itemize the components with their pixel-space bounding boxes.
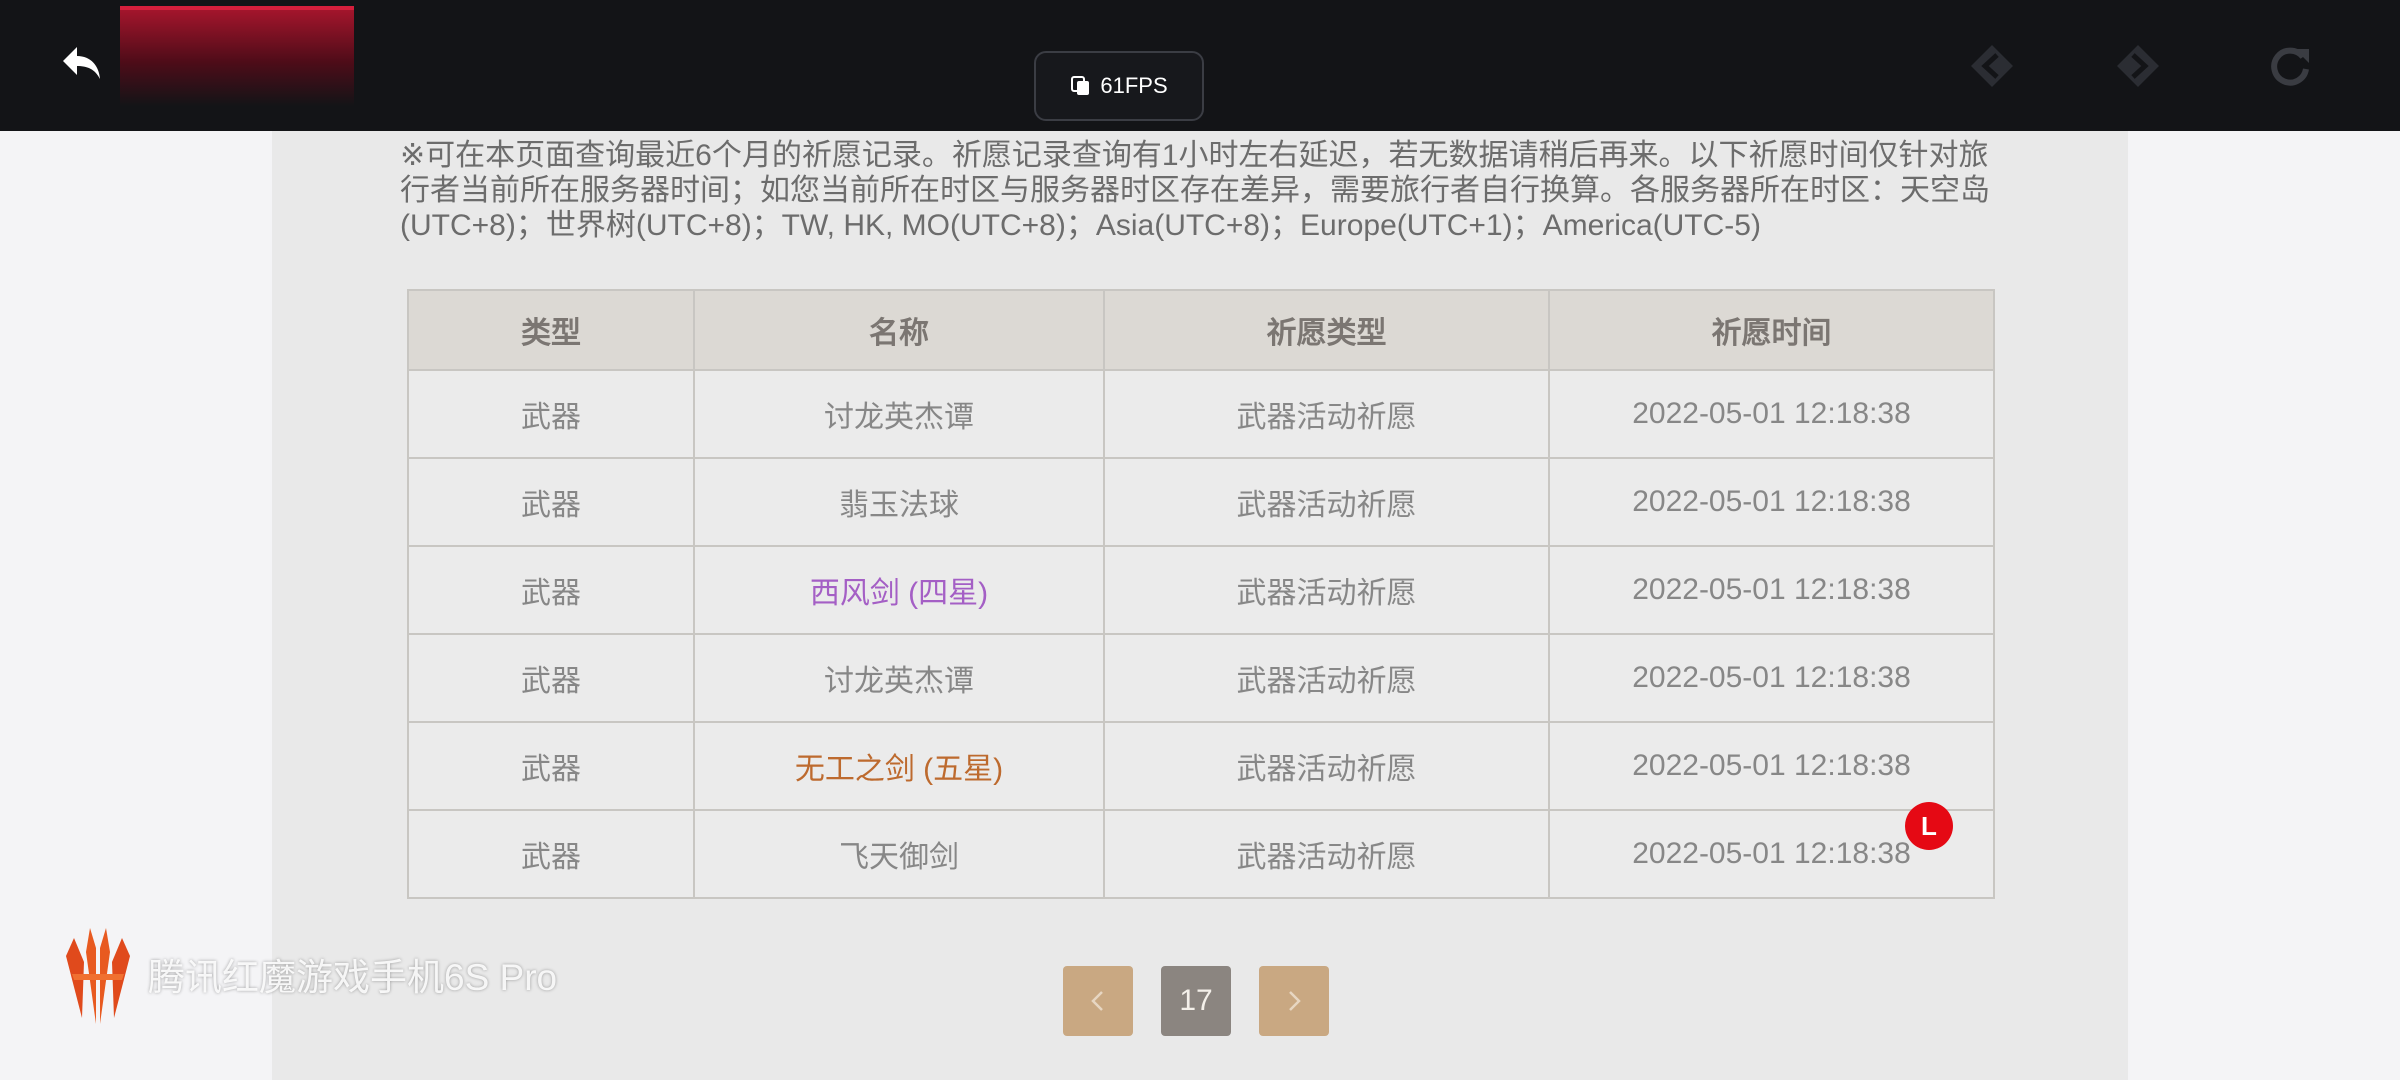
wish-history-table: 类型 名称 祈愿类型 祈愿时间 武器 讨龙英杰谭 武器活动祈愿 2022-05-… [407,289,1995,899]
cell-name-four-star: 西风剑 (四星) [693,545,1105,635]
cell-type: 武器 [407,721,695,811]
cell-wish-type: 武器活动祈愿 [1103,809,1550,899]
cell-wish-time: 2022-05-01 12:18:38 [1548,457,1995,547]
red-magic-logo-icon [66,928,130,1024]
cell-wish-time: 2022-05-01 12:18:38 [1548,369,1995,459]
table-row: 武器 飞天御剑 武器活动祈愿 2022-05-01 12:18:38 [407,809,1995,899]
browser-back-button[interactable] [1962,36,2022,96]
cell-wish-time: 2022-05-01 12:18:38 [1548,721,1995,811]
cell-name-five-star: 无工之剑 (五星) [693,721,1105,811]
fps-counter[interactable]: 61FPS [1034,51,1204,121]
cell-type: 武器 [407,545,695,635]
header-wish-time: 祈愿时间 [1548,289,1995,371]
reload-icon [2271,47,2309,86]
cell-wish-type: 武器活动祈愿 [1103,721,1550,811]
cell-name: 翡玉法球 [693,457,1105,547]
recording-tab[interactable] [120,6,354,106]
back-arrow-icon [63,47,100,79]
diamond-right-arrow-icon [2117,45,2159,87]
watermark-text: 腾讯红魔游戏手机6S Pro [148,957,558,998]
header-wish-type: 祈愿类型 [1103,289,1550,371]
current-page-indicator: 17 [1161,966,1231,1036]
cell-wish-type: 武器活动祈愿 [1103,369,1550,459]
header-name: 名称 [693,289,1105,371]
cell-wish-time: 2022-05-01 12:18:38 [1548,545,1995,635]
device-watermark: 腾讯红魔游戏手机6S Pro [62,922,557,1026]
top-toolbar: 61FPS [0,0,2400,131]
pagination: 17 [1063,966,1329,1036]
cell-name: 讨龙英杰谭 [693,369,1105,459]
cell-type: 武器 [407,457,695,547]
table-row: 武器 讨龙英杰谭 武器活动祈愿 2022-05-01 12:18:38 [407,633,1995,723]
diamond-left-arrow-icon [1971,45,2013,87]
table-row: 武器 翡玉法球 武器活动祈愿 2022-05-01 12:18:38 [407,457,1995,547]
prev-page-button[interactable] [1063,966,1133,1036]
table-row: 武器 无工之剑 (五星) 武器活动祈愿 2022-05-01 12:18:38 [407,721,1995,811]
fps-value: 61FPS [1100,73,1168,98]
header-type: 类型 [407,289,695,371]
table-header-row: 类型 名称 祈愿类型 祈愿时间 [407,289,1995,371]
reload-button[interactable] [2260,36,2320,96]
table-row: 武器 讨龙英杰谭 武器活动祈愿 2022-05-01 12:18:38 [407,369,1995,459]
cell-type: 武器 [407,633,695,723]
cell-type: 武器 [407,809,695,899]
chevron-right-icon [1289,991,1301,1011]
table-row: 武器 西风剑 (四星) 武器活动祈愿 2022-05-01 12:18:38 [407,545,1995,635]
copy-icon [1071,76,1090,95]
cell-name: 讨龙英杰谭 [693,633,1105,723]
chevron-left-icon [1091,991,1103,1011]
next-page-button[interactable] [1259,966,1329,1036]
cell-wish-time: 2022-05-01 12:18:38 [1548,633,1995,723]
wish-history-notice: ※可在本页面查询最近6个月的祈愿记录。祈愿记录查询有1小时左右延迟，若无数据请稍… [400,139,1990,242]
cell-type: 武器 [407,369,695,459]
cell-wish-type: 武器活动祈愿 [1103,545,1550,635]
back-button[interactable] [52,34,112,94]
floating-badge[interactable]: L [1905,802,1953,850]
cell-name: 飞天御剑 [693,809,1105,899]
cell-wish-type: 武器活动祈愿 [1103,457,1550,547]
cell-wish-type: 武器活动祈愿 [1103,633,1550,723]
browser-forward-button[interactable] [2108,36,2168,96]
